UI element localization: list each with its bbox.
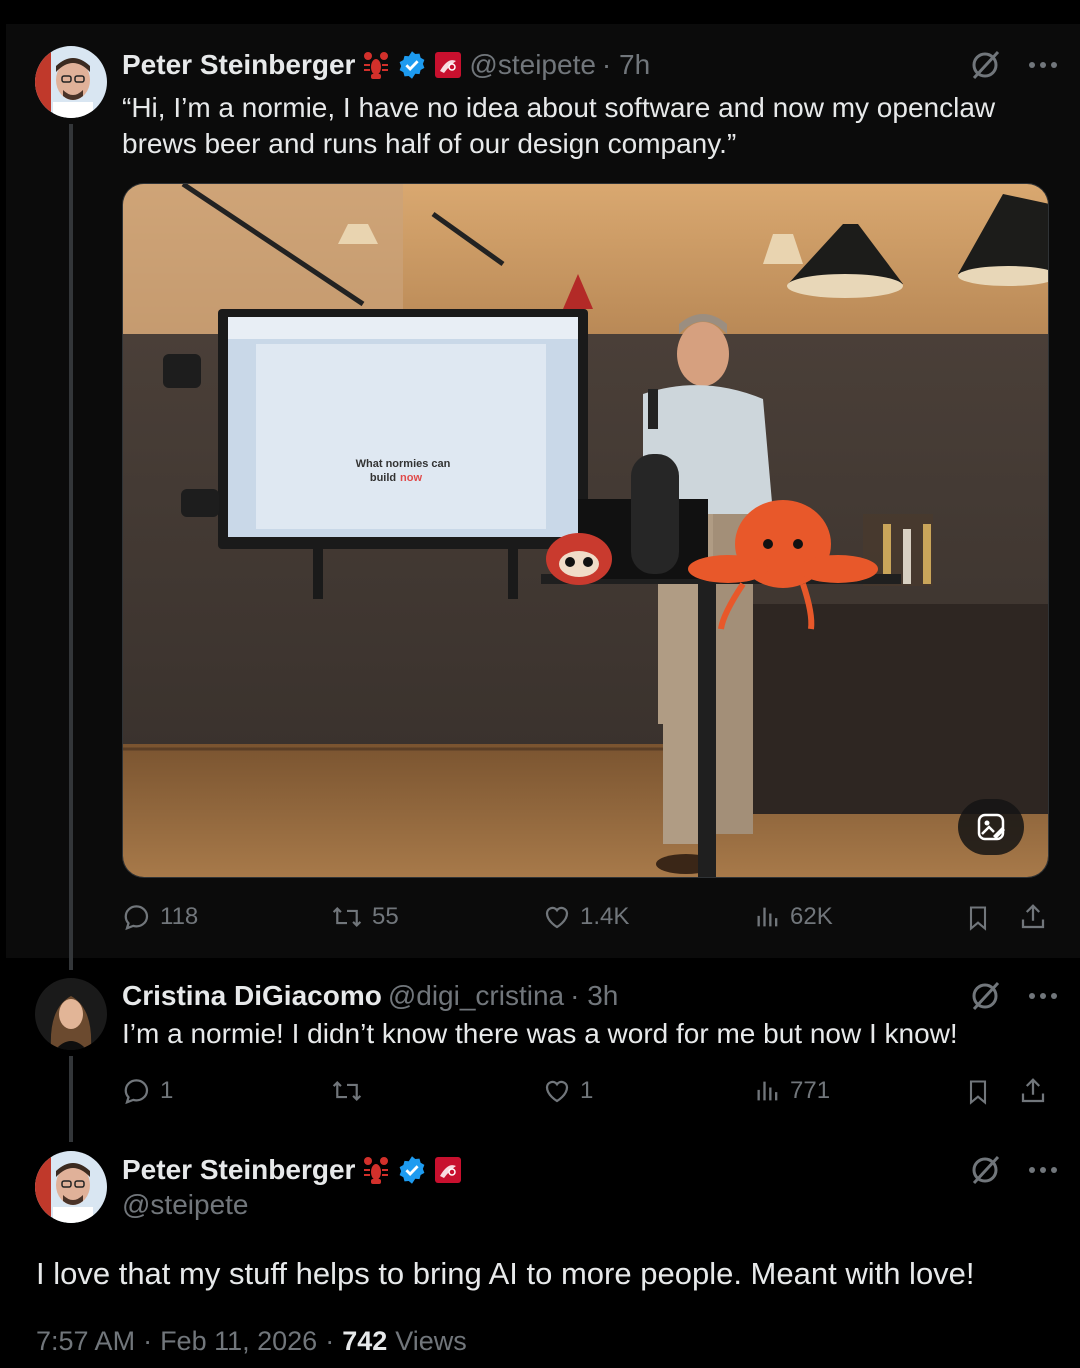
tweet-text: I love that my stuff helps to bring AI t…	[36, 1256, 975, 1291]
more-icon[interactable]	[1028, 61, 1058, 69]
handle[interactable]: @digi_cristina	[388, 980, 564, 1012]
views-label: Views	[395, 1326, 467, 1356]
like-icon	[542, 1076, 572, 1106]
like-button[interactable]: 1	[542, 1076, 593, 1106]
views-icon	[754, 902, 782, 932]
reply-button[interactable]: 118	[122, 902, 198, 932]
views-count: 62K	[790, 903, 833, 930]
post-date[interactable]: Feb 11, 2026	[160, 1326, 317, 1357]
like-count: 1.4K	[580, 903, 630, 930]
timestamp[interactable]: · 3h	[570, 980, 618, 1012]
repost-count: 55	[372, 903, 399, 930]
post-time[interactable]: 7:57 AM	[36, 1326, 135, 1357]
tweet-meta: 7:57 AM · Feb 11, 2026 · 742 Views	[36, 1326, 467, 1357]
handle[interactable]: @steipete	[122, 1189, 249, 1221]
tweet-controls	[968, 1153, 1058, 1187]
display-name[interactable]: Cristina DiGiacomo	[122, 980, 382, 1012]
like-icon	[542, 902, 572, 932]
grok-icon[interactable]	[968, 48, 1002, 82]
tweet-header: Peter Steinberger @steipete · 7h	[122, 46, 650, 84]
repost-icon	[330, 902, 364, 932]
more-icon[interactable]	[1028, 1166, 1058, 1174]
reply-button[interactable]: 1	[122, 1076, 173, 1106]
tweet-controls	[968, 48, 1058, 82]
timestamp[interactable]: · 7h	[602, 49, 650, 81]
grok-icon[interactable]	[968, 979, 1002, 1013]
alt-text-icon	[976, 812, 1006, 842]
bookmark-icon[interactable]	[964, 903, 992, 933]
display-name[interactable]: Peter Steinberger	[122, 1154, 355, 1186]
avatar[interactable]	[35, 46, 107, 118]
share-icon[interactable]	[1018, 902, 1048, 932]
tweet-header: Cristina DiGiacomo @digi_cristina · 3h	[122, 977, 618, 1015]
avatar[interactable]	[35, 1151, 107, 1223]
more-icon[interactable]	[1028, 992, 1058, 1000]
tweet-header: Peter Steinberger	[122, 1151, 463, 1189]
avatar[interactable]	[35, 978, 107, 1050]
thread-line	[69, 124, 73, 970]
meta-separator: ·	[143, 1326, 153, 1356]
views-count: 771	[790, 1077, 831, 1104]
screen-title-highlight: now	[400, 472, 422, 484]
flag-icon	[433, 50, 463, 80]
repost-button[interactable]	[330, 1076, 372, 1106]
display-name[interactable]: Peter Steinberger	[122, 49, 355, 81]
tweet-text: I’m a normie! I didn’t know there was a …	[122, 1018, 958, 1049]
like-count: 1	[580, 1077, 594, 1104]
bookmark-icon[interactable]	[964, 1077, 992, 1107]
views-count[interactable]: 742	[342, 1326, 387, 1357]
like-button[interactable]: 1.4K	[542, 902, 629, 932]
alt-text-button[interactable]	[958, 799, 1024, 855]
reply-icon	[122, 1076, 152, 1106]
screen-title: What normies can	[356, 458, 451, 470]
repost-icon	[330, 1076, 364, 1106]
reply-icon	[122, 902, 152, 932]
flag-icon	[433, 1155, 463, 1185]
verified-icon[interactable]	[397, 50, 427, 80]
lobster-icon	[361, 1155, 391, 1185]
thread-line	[69, 1056, 73, 1142]
reply-count: 1	[160, 1077, 174, 1104]
screen-title-2: build	[370, 472, 396, 484]
meta-separator: ·	[325, 1326, 335, 1356]
lobster-icon	[361, 50, 391, 80]
grok-icon[interactable]	[968, 1153, 1002, 1187]
views-icon	[754, 1076, 782, 1106]
repost-button[interactable]: 55	[330, 902, 399, 932]
verified-icon[interactable]	[397, 1155, 427, 1185]
reply-count: 118	[160, 903, 199, 930]
tweet-controls	[968, 979, 1058, 1013]
tweet-text: “Hi, I’m a normie, I have no idea about …	[122, 92, 996, 159]
handle[interactable]: @steipete	[469, 49, 596, 81]
tweet-photo[interactable]: What normies can build now	[122, 183, 1049, 878]
views-button[interactable]: 771	[754, 1076, 830, 1106]
share-icon[interactable]	[1018, 1076, 1048, 1106]
views-button[interactable]: 62K	[754, 902, 833, 932]
